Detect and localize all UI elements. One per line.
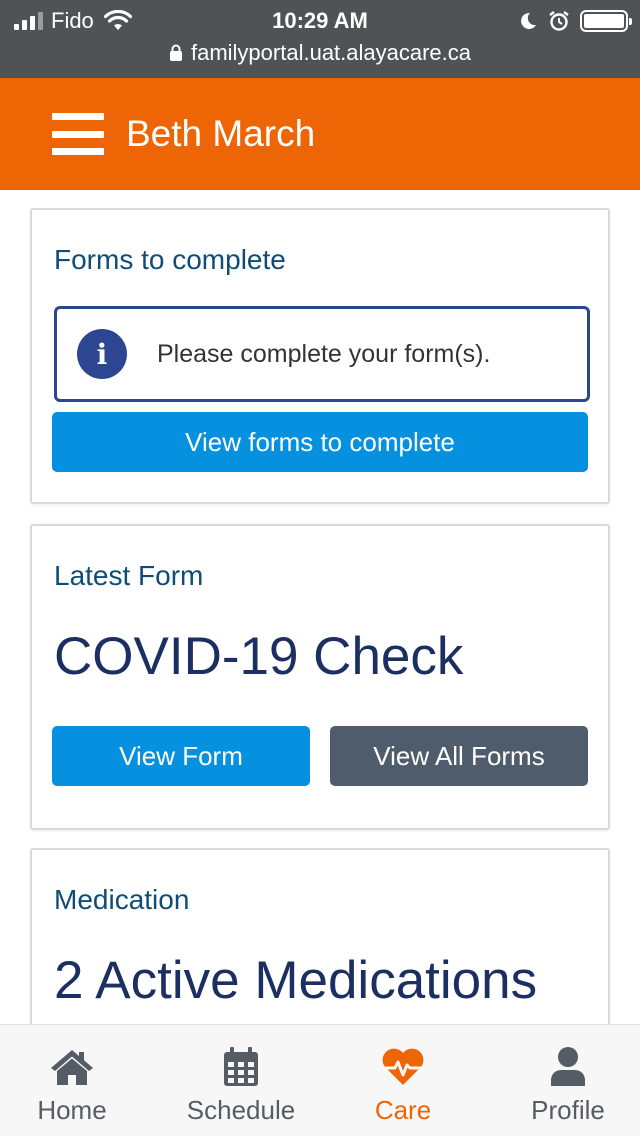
info-icon: i xyxy=(77,329,127,379)
nav-item-schedule[interactable]: Schedule xyxy=(176,1025,306,1136)
latest-form-title: Latest Form xyxy=(54,560,204,591)
user-icon xyxy=(551,1047,585,1086)
forms-to-complete-card: Forms to complete i Please complete your… xyxy=(30,208,610,504)
client-name-title: Beth March xyxy=(126,113,316,154)
nav-item-care[interactable]: Care xyxy=(358,1025,448,1136)
forms-card-title: Forms to complete xyxy=(54,244,286,275)
latest-form-card: Latest Form COVID-19 Check View Form Vie… xyxy=(30,524,610,830)
nav-item-profile[interactable]: Profile xyxy=(518,1025,618,1136)
do-not-disturb-moon-icon xyxy=(521,12,536,29)
url-text: familyportal.uat.alayacare.ca xyxy=(190,40,472,65)
view-all-forms-button[interactable]: View All Forms xyxy=(330,726,588,786)
bottom-navigation: Home Schedule Care Profile xyxy=(0,1024,640,1136)
view-form-button[interactable]: View Form xyxy=(52,726,310,786)
latest-form-name: COVID-19 Check xyxy=(54,627,464,686)
address-bar[interactable]: familyportal.uat.alayacare.ca xyxy=(0,40,640,66)
nav-label-care: Care xyxy=(374,1095,432,1125)
heartbeat-icon xyxy=(382,1048,424,1085)
app-header: Beth March xyxy=(0,78,640,190)
status-bar: Fido 10:29 AM familyportal.uat.alayacare… xyxy=(0,0,640,78)
alert-message: Please complete your form(s). xyxy=(157,339,491,368)
nav-label-home: Home xyxy=(37,1095,107,1125)
lock-icon xyxy=(169,44,182,61)
battery-icon xyxy=(580,10,632,32)
medication-card: Medication 2 Active Medications xyxy=(30,848,610,1024)
view-forms-to-complete-button[interactable]: View forms to complete xyxy=(52,412,588,472)
nav-label-profile: Profile xyxy=(531,1095,605,1125)
dashboard-content[interactable]: Forms to complete i Please complete your… xyxy=(0,190,640,1024)
medication-title: Medication xyxy=(54,884,190,915)
home-icon xyxy=(51,1050,93,1085)
calendar-icon xyxy=(224,1047,258,1086)
status-bar-right xyxy=(518,8,632,34)
forms-alert: i Please complete your form(s). xyxy=(54,306,590,402)
nav-item-home[interactable]: Home xyxy=(22,1025,122,1136)
active-medications-summary: 2 Active Medications xyxy=(54,951,538,1010)
alarm-clock-icon xyxy=(549,11,569,31)
menu-icon[interactable] xyxy=(52,113,104,155)
nav-label-schedule: Schedule xyxy=(186,1095,296,1125)
